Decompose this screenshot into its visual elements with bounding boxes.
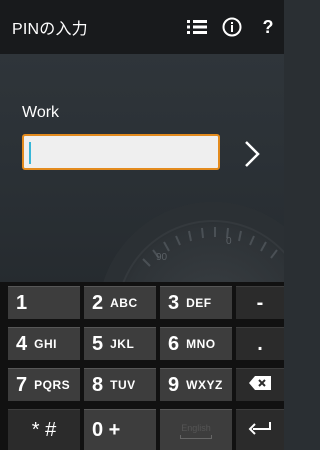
backspace-icon — [249, 375, 271, 395]
key-sub-label: GHI — [34, 337, 57, 351]
key-main-label: 4 — [16, 332, 28, 355]
key-main-label: 1 — [16, 291, 28, 314]
key-6[interactable]: 6 MNO — [160, 327, 232, 360]
key-3[interactable]: 3 DEF — [160, 286, 232, 319]
key-sub-label: ABC — [110, 296, 138, 310]
key-main-label: 9 — [168, 373, 180, 396]
pin-input[interactable] — [22, 134, 220, 170]
key-1[interactable]: 1 — [8, 286, 80, 319]
list-icon[interactable] — [186, 17, 208, 37]
key-period[interactable]: . — [236, 327, 284, 360]
key-main-label: 8 — [92, 373, 104, 396]
key-star-hash[interactable]: * # — [8, 409, 80, 450]
key-dash[interactable]: - — [236, 286, 284, 319]
pin-field-label: Work — [22, 104, 60, 121]
language-label: English — [181, 423, 211, 433]
key-sub-label: TUV — [110, 378, 136, 392]
key-main-label: 3 — [168, 291, 180, 314]
dial-number: 90 — [156, 252, 168, 263]
space-bar-icon — [180, 435, 212, 439]
key-main-label: 0 + — [92, 418, 121, 441]
key-main-label: 5 — [92, 332, 104, 355]
key-main-label: * # — [31, 418, 57, 441]
app-bar: PINの入力 ? — [0, 0, 284, 54]
key-sub-label: MNO — [186, 337, 216, 351]
key-5[interactable]: 5 JKL — [84, 327, 156, 360]
key-sub-label: WXYZ — [186, 378, 223, 392]
key-main-label: 2 — [92, 291, 104, 314]
numeric-keyboard: 1 2 ABC 3 DEF - 4 GHI 5 JKL 6 MNO . 7 PQ… — [0, 282, 284, 450]
language-key[interactable]: English — [160, 409, 232, 450]
key-7[interactable]: 7 PQRS — [8, 368, 80, 401]
key-8[interactable]: 8 TUV — [84, 368, 156, 401]
chevron-right-icon[interactable] — [240, 138, 264, 170]
key-sub-label: PQRS — [34, 378, 71, 392]
enter-icon — [248, 420, 272, 441]
text-cursor — [29, 142, 31, 164]
key-main-label: 7 — [16, 373, 28, 396]
info-icon[interactable] — [221, 17, 243, 37]
key-9[interactable]: 9 WXYZ — [160, 368, 232, 401]
pin-screen: 90 0 Work — [0, 54, 284, 284]
key-4[interactable]: 4 GHI — [8, 327, 80, 360]
backspace-key[interactable] — [236, 368, 284, 401]
enter-key[interactable] — [236, 409, 284, 450]
key-main-label: . — [257, 332, 263, 355]
dial-number: 0 — [226, 236, 232, 247]
app-title: PINの入力 — [12, 21, 88, 38]
key-2[interactable]: 2 ABC — [84, 286, 156, 319]
key-sub-label: JKL — [110, 337, 135, 351]
key-main-label: 6 — [168, 332, 180, 355]
key-sub-label: DEF — [186, 296, 212, 310]
help-icon[interactable]: ? — [258, 17, 278, 37]
key-0[interactable]: 0 + — [84, 409, 156, 450]
key-main-label: - — [256, 291, 264, 314]
dial-ticks — [142, 227, 278, 267]
